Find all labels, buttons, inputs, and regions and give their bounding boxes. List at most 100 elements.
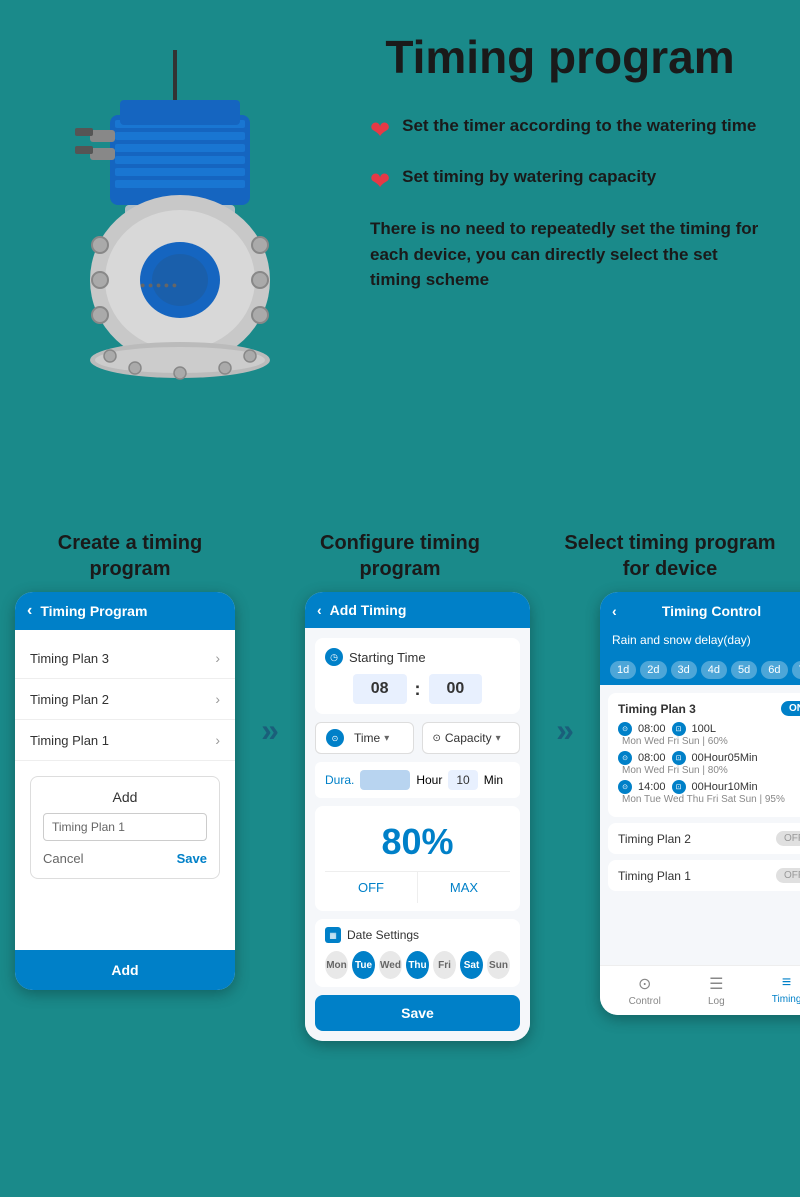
day-thu[interactable]: Thu — [406, 951, 429, 979]
timing-plan-3-section: Timing Plan 3 ON ⊙ 08:00 ⊡ 100L Mon Wed … — [608, 693, 800, 817]
starting-time-label-row: ◷ Starting Time — [325, 648, 510, 666]
day-mon[interactable]: Mon — [325, 951, 348, 979]
capacity-icon-1: ⊡ — [672, 722, 686, 736]
footer-log[interactable]: ☰ Log — [708, 974, 725, 1007]
phone1-back-icon[interactable]: ‹ — [27, 602, 32, 620]
duration-icon-2: ⊡ — [672, 751, 686, 765]
feature-item-1: ❤ Set the timer according to the waterin… — [370, 114, 770, 145]
dialog-input[interactable] — [43, 813, 207, 841]
days-row: Mon Tue Wed Thu Fri Sat Sun — [325, 951, 510, 979]
time-select-icon: ⊙ — [326, 729, 344, 747]
capacity-select[interactable]: ⊙ Capacity ▾ — [422, 722, 521, 754]
phone3-title: Timing Control — [662, 603, 761, 619]
phone1-body: Timing Plan 3 › Timing Plan 2 › Timing P… — [15, 630, 235, 950]
phone3: ‹ Timing Control ↺ Rain and snow delay(d… — [600, 592, 800, 1015]
dialog-buttons: Cancel Save — [43, 851, 207, 866]
day-tab-4d[interactable]: 4d — [701, 661, 727, 679]
plan-item-1[interactable]: Timing Plan 1 › — [15, 720, 235, 761]
entry2-duration: 00Hour05Min — [692, 752, 758, 764]
time-select-label: Time — [354, 731, 380, 745]
plan-chevron-2: › — [215, 691, 220, 707]
day-tab-2d[interactable]: 2d — [640, 661, 666, 679]
entry1-time: 08:00 — [638, 723, 666, 735]
time-icon-2: ⊙ — [618, 751, 632, 765]
save-button[interactable]: Save — [177, 851, 207, 866]
description-text: There is no need to repeatedly set the t… — [370, 216, 770, 293]
double-arrow-icon-2: » — [556, 712, 574, 749]
time-select[interactable]: ⊙ Time ▾ — [315, 722, 414, 754]
time-separator: : — [415, 679, 421, 700]
heart-icon-1: ❤ — [370, 116, 390, 145]
max-button[interactable]: MAX — [418, 872, 510, 903]
timing-label: Timing — [772, 994, 800, 1005]
date-settings-label: Date Settings — [347, 928, 419, 942]
phone2-body: ◷ Starting Time 08 : 00 ⊙ Time ▾ — [305, 628, 530, 1041]
plan-label-2: Timing Plan 2 — [30, 692, 109, 707]
top-section: ● ● ● ● ● Timing program ❤ Set the timer… — [0, 0, 800, 520]
step-title-1: Create a timing program — [15, 530, 245, 582]
timing-entry-2: ⊙ 08:00 ⊡ 00Hour05Min Mon Wed Fri Sun | … — [618, 751, 800, 776]
phone2-save-button[interactable]: Save — [315, 995, 520, 1031]
day-tab-6d[interactable]: 6d — [761, 661, 787, 679]
time-icon-1: ⊙ — [618, 722, 632, 736]
double-arrow-icon-1: » — [261, 712, 279, 749]
plan-chevron-1: › — [215, 732, 220, 748]
timing-entry-3-row1: ⊙ 14:00 ⊡ 00Hour10Min — [618, 780, 800, 794]
phone3-subheader: Rain and snow delay(day) — [600, 629, 800, 655]
min-label: Min — [484, 773, 503, 787]
footer-timing[interactable]: ≡ Timing — [772, 974, 800, 1007]
timing-entry-1-row2: Mon Wed Fri Sun | 60% — [618, 736, 800, 747]
hour-label: Hour — [416, 773, 442, 787]
plan1-toggle[interactable]: OFF — [776, 868, 800, 883]
day-tab-3d[interactable]: 3d — [671, 661, 697, 679]
arrow-2: » — [540, 592, 590, 749]
time-icon-3: ⊙ — [618, 780, 632, 794]
day-sun[interactable]: Sun — [487, 951, 510, 979]
day-wed[interactable]: Wed — [379, 951, 402, 979]
starting-time-label: Starting Time — [349, 650, 426, 665]
plan-item-2[interactable]: Timing Plan 2 › — [15, 679, 235, 720]
plan2-toggle[interactable]: OFF — [776, 831, 800, 846]
duration-row: Dura. Hour 10 Min — [315, 762, 520, 798]
phone3-back-icon[interactable]: ‹ — [612, 603, 617, 619]
plan3-header: Timing Plan 3 ON — [618, 701, 800, 716]
plan-label-1: Timing Plan 1 — [30, 733, 109, 748]
product-image-area: ● ● ● ● ● — [20, 20, 360, 415]
footer-control[interactable]: ⊙ Control — [629, 974, 661, 1007]
min-value[interactable]: 10 — [448, 770, 477, 790]
timing-plan-2-section: Timing Plan 2 OFF — [608, 823, 800, 854]
minute-input[interactable]: 00 — [429, 674, 483, 704]
right-content: Timing program ❤ Set the timer according… — [360, 20, 770, 293]
arrow-1: » — [245, 592, 295, 749]
product-image: ● ● ● ● ● — [20, 40, 320, 410]
entry3-duration: 00Hour10Min — [692, 781, 758, 793]
entry3-time: 14:00 — [638, 781, 666, 793]
phone2-title: Add Timing — [330, 602, 407, 618]
plan-item-3[interactable]: Timing Plan 3 › — [15, 638, 235, 679]
timing-entry-3-row2: Mon Tue Wed Thu Fri Sat Sun | 95% — [618, 794, 800, 805]
day-tab-5d[interactable]: 5d — [731, 661, 757, 679]
cancel-button[interactable]: Cancel — [43, 851, 83, 866]
phone2-back-icon[interactable]: ‹ — [317, 602, 322, 618]
phone2-header: ‹ Add Timing — [305, 592, 530, 628]
steps-row: Create a timing program Configure timing… — [15, 530, 785, 582]
timing-entry-1-row1: ⊙ 08:00 ⊡ 100L — [618, 722, 800, 736]
clock-icon: ◷ — [325, 648, 343, 666]
day-tue[interactable]: Tue — [352, 951, 375, 979]
feature-item-2: ❤ Set timing by watering capacity — [370, 165, 770, 196]
day-tab-7d[interactable]: 7d — [792, 661, 800, 679]
day-tab-1d[interactable]: 1d — [610, 661, 636, 679]
phone1-header: ‹ Timing Program — [15, 592, 235, 630]
dura-input[interactable] — [360, 770, 410, 790]
percent-value: 80% — [325, 821, 510, 863]
day-fri[interactable]: Fri — [433, 951, 456, 979]
starting-time-section: ◷ Starting Time 08 : 00 — [315, 638, 520, 714]
off-button[interactable]: OFF — [325, 872, 418, 903]
plan3-toggle[interactable]: ON — [781, 701, 800, 716]
phone1-footer-btn[interactable]: Add — [15, 950, 235, 990]
plan3-name: Timing Plan 3 — [618, 702, 696, 716]
day-sat[interactable]: Sat — [460, 951, 483, 979]
hour-input[interactable]: 08 — [353, 674, 407, 704]
phone3-header: ‹ Timing Control ↺ — [600, 592, 800, 629]
entry1-capacity: 100L — [692, 723, 716, 735]
